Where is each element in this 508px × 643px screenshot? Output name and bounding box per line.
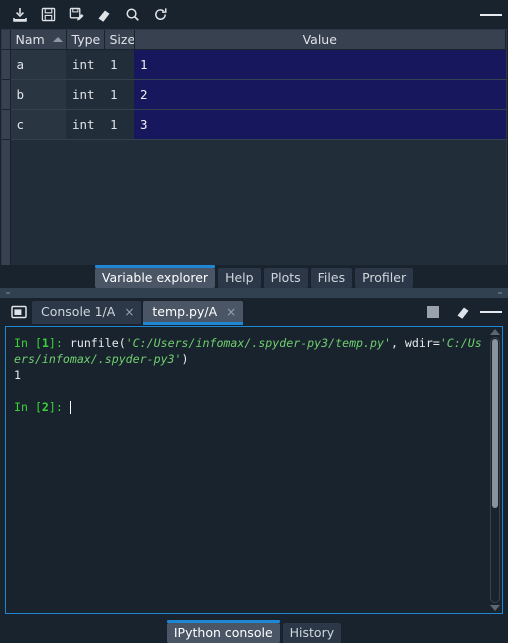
menu-bar <box>487 13 495 16</box>
column-header-value[interactable]: Value <box>134 30 506 50</box>
menu-bar <box>494 311 502 313</box>
scrollbar-thumb[interactable] <box>492 339 498 508</box>
import-data-icon[interactable] <box>6 3 34 27</box>
cell-size[interactable]: 1 <box>104 109 134 140</box>
ipython-console-pane: Console 1/A × temp.py/A × In [1]: runfil… <box>0 298 508 618</box>
bottom-tabbar: IPython console History <box>0 618 508 643</box>
variables-table: Nam Type Size Value a int 1 1 b int 1 2 … <box>2 30 506 140</box>
table-corner-header[interactable] <box>2 30 11 50</box>
scrollbar-track[interactable] <box>490 337 500 603</box>
save-data-as-icon[interactable] <box>62 3 90 27</box>
variable-explorer-pane: Nam Type Size Value a int 1 1 b int 1 2 … <box>1 29 507 265</box>
column-header-type[interactable]: Type <box>66 30 105 50</box>
prompt-number-2: 2 <box>41 400 49 414</box>
cell-name[interactable]: a <box>10 49 66 80</box>
options-menu-icon[interactable] <box>480 300 502 324</box>
row-header[interactable] <box>2 79 11 110</box>
stop-button[interactable] <box>420 301 446 323</box>
close-icon[interactable]: × <box>121 306 137 318</box>
console-text[interactable]: In [1]: runfile('C:/Users/infomax/.spyde… <box>6 327 488 613</box>
text-cursor <box>69 401 71 414</box>
browse-tabs-icon[interactable] <box>6 301 32 323</box>
console-actions <box>420 300 502 324</box>
row-header[interactable] <box>2 49 11 80</box>
tab-files[interactable]: Files <box>310 268 353 288</box>
cell-type[interactable]: int <box>66 109 104 140</box>
cell-name[interactable]: b <box>10 79 66 110</box>
tab-variable-explorer[interactable]: Variable explorer <box>94 265 216 288</box>
prompt-in-2: In [ <box>14 400 42 414</box>
console-tab-label: Console 1/A <box>41 303 116 319</box>
cell-size[interactable]: 1 <box>104 79 134 110</box>
table-row[interactable]: a int 1 1 <box>2 49 506 80</box>
prompt-number-1: 1 <box>41 336 49 350</box>
table-row[interactable]: b int 1 2 <box>2 79 506 110</box>
save-data-icon[interactable] <box>34 3 62 27</box>
cell-size[interactable]: 1 <box>104 49 134 80</box>
console-tab-console-1a[interactable]: Console 1/A × <box>32 300 142 324</box>
options-menu-icon[interactable] <box>480 3 502 27</box>
column-header-size[interactable]: Size <box>104 30 135 50</box>
pane-splitter[interactable] <box>0 288 508 298</box>
cell-value[interactable]: 2 <box>134 79 506 110</box>
console-scrollbar[interactable] <box>488 327 502 613</box>
cell-name[interactable]: c <box>10 109 66 140</box>
variables-table-body: a int 1 1 b int 1 2 c int 1 3 <box>2 49 506 140</box>
column-header-name-label: Nam <box>15 31 45 47</box>
spyder-window: Nam Type Size Value a int 1 1 b int 1 2 … <box>0 0 508 643</box>
tab-history[interactable]: History <box>282 623 342 643</box>
console-tab-label: temp.py/A <box>152 303 218 319</box>
tab-help[interactable]: Help <box>218 268 261 288</box>
sort-ascending-icon <box>52 37 63 43</box>
tab-plots[interactable]: Plots <box>263 268 308 288</box>
refresh-icon[interactable] <box>146 3 174 27</box>
console-output-area[interactable]: In [1]: runfile('C:/Users/infomax/.spyde… <box>5 326 503 614</box>
tab-profiler[interactable]: Profiler <box>355 268 414 288</box>
menu-bar <box>494 13 502 16</box>
search-icon[interactable] <box>118 3 146 27</box>
row-header[interactable] <box>2 109 11 140</box>
console-tabbar: Console 1/A × temp.py/A × <box>0 298 508 326</box>
cell-type[interactable]: int <box>66 49 104 80</box>
scroll-down-arrow-icon[interactable] <box>490 605 500 611</box>
table-empty-body <box>11 139 506 265</box>
console-string-path: 'C:/Users/infomax/.spyder-py3/temp.py' <box>125 336 391 350</box>
cell-value[interactable]: 1 <box>134 49 506 80</box>
console-output-value: 1 <box>14 368 21 382</box>
table-empty-area <box>2 139 506 265</box>
menu-bar <box>480 13 488 16</box>
scroll-up-arrow-icon[interactable] <box>490 329 500 335</box>
prompt-close-1: ]: <box>48 336 70 350</box>
console-code-wdir: , wdir= <box>390 336 440 350</box>
stop-square-icon <box>427 306 439 318</box>
prompt-close-2: ]: <box>48 400 70 414</box>
console-code-runfile: runfile( <box>69 336 126 350</box>
menu-bar <box>480 311 488 313</box>
close-icon[interactable]: × <box>223 306 239 318</box>
remove-all-variables-icon[interactable] <box>90 3 118 27</box>
pane-tabbar: Variable explorer Help Plots Files Profi… <box>0 265 508 288</box>
variable-explorer-toolbar <box>0 0 508 29</box>
prompt-in-1: In [ <box>14 336 42 350</box>
cell-type[interactable]: int <box>66 79 104 110</box>
remove-all-variables-icon[interactable] <box>450 301 476 323</box>
table-row[interactable]: c int 1 3 <box>2 109 506 140</box>
console-tab-temp-py-a[interactable]: temp.py/A × <box>143 300 244 325</box>
table-header-row: Nam Type Size Value <box>2 30 506 50</box>
tab-ipython-console[interactable]: IPython console <box>166 620 280 643</box>
cell-value[interactable]: 3 <box>134 109 506 140</box>
console-code-paren: ) <box>181 352 189 366</box>
menu-bar <box>487 311 495 313</box>
column-header-name[interactable]: Nam <box>10 30 67 50</box>
row-header-gutter <box>2 139 11 265</box>
